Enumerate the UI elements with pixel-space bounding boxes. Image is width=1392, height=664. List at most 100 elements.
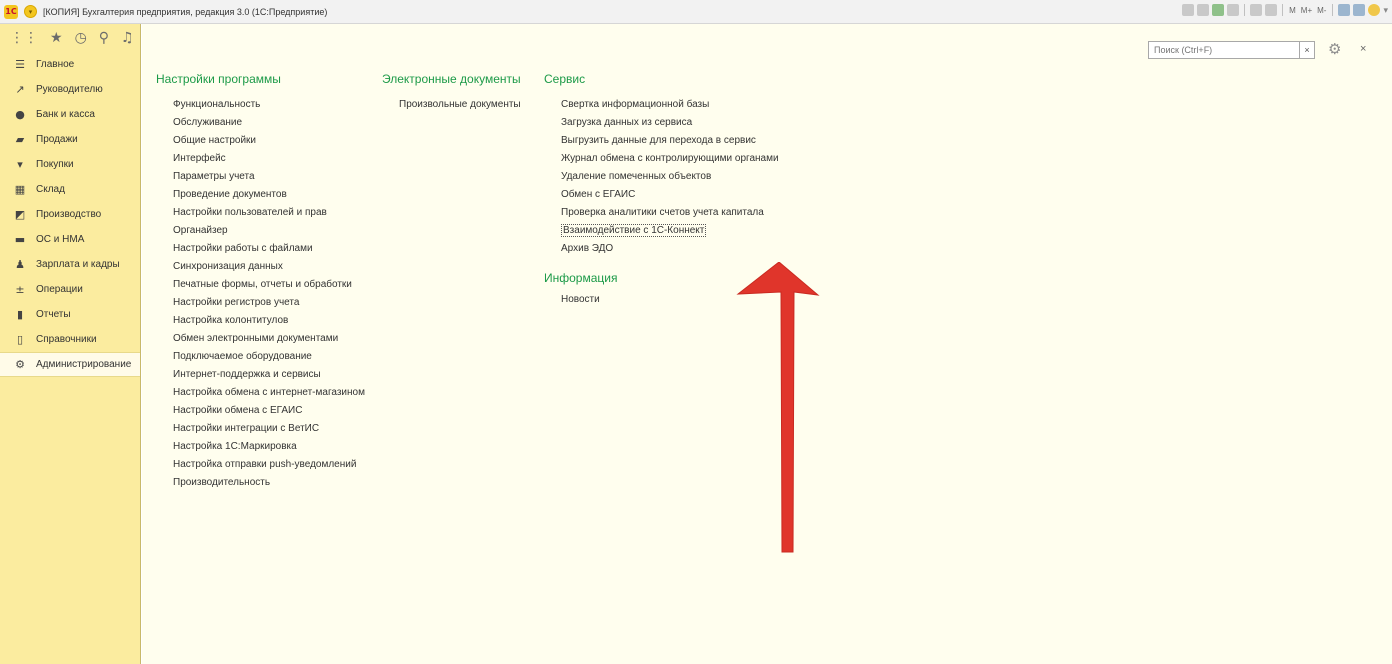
settings-column-title: Настройки программы [156,72,281,86]
save-icon[interactable] [1182,4,1195,16]
bell-icon[interactable]: ♫ [121,31,134,45]
nav-link-label: Синхронизация данных [173,261,283,272]
gear-icon: ⚙ [15,358,25,371]
sidebar-item-label: Справочники [36,334,97,345]
annotation-arrow [736,262,820,553]
sidebar-item[interactable]: ▰ Продажи [0,127,140,152]
nav-link[interactable]: Загрузка данных из сервиса [544,116,779,134]
nav-link[interactable]: Взаимодействие с 1С-Коннект [544,224,779,242]
nav-link[interactable]: Параметры учета [156,170,365,188]
apps-grid-icon[interactable]: ⋮⋮ [10,31,38,45]
nav-link[interactable]: Производительность [156,476,365,494]
bar-chart-icon: ▮ [16,308,24,321]
nav-link[interactable]: Удаление помеченных объектов [544,170,779,188]
nav-link[interactable]: Настройка отправки push-уведомлений [156,458,365,476]
nav-link[interactable]: Интерфейс [156,152,365,170]
edocs-column: Электронные документы Произвольные докум… [382,72,521,116]
nav-link[interactable]: Настройки пользователей и прав [156,206,365,224]
sidebar-item[interactable]: ▮ Отчеты [0,302,140,327]
nav-link[interactable]: Свертка информационной базы [544,98,779,116]
nav-link[interactable]: Настройка 1С:Маркировка [156,440,365,458]
sidebar-item[interactable]: ▬ ОС и НМА [0,227,140,252]
sidebar-items: ☰ Главное ↗ Руководителю ● Банк и касса ▰ Прода… [0,52,140,377]
nav-link-label: Производительность [173,477,271,488]
calculator-icon[interactable] [1265,4,1278,16]
nav-link[interactable]: Журнал обмена с контролирующими органами [544,152,779,170]
nav-link[interactable]: Интернет-поддержка и сервисы [156,368,365,386]
settings-gear-icon[interactable]: ⚙ [1328,40,1341,58]
nav-link[interactable]: Обмен электронными документами [156,332,365,350]
sidebar-item-label: Продажи [36,134,78,145]
nav-link[interactable]: Печатные формы, отчеты и обработки [156,278,365,296]
nav-link[interactable]: Общие настройки [156,134,365,152]
info-icon[interactable] [1368,4,1381,16]
nav-link[interactable]: Обслуживание [156,116,365,134]
search-input[interactable] [1154,45,1314,55]
main-menu-icon[interactable]: ▾ [24,5,37,18]
memory-minus-button[interactable]: M- [1316,6,1327,15]
nav-link[interactable]: Проведение документов [156,188,365,206]
nav-link[interactable]: Произвольные документы [382,98,521,116]
chevron-down-icon[interactable]: ▾ [1383,5,1388,16]
nav-link-label: Функциональность [173,99,261,110]
zoom-icon[interactable] [1338,4,1351,16]
nav-link-label: Настройки работы с файлами [173,243,313,254]
sidebar-item[interactable]: ▦ Склад [0,177,140,202]
sidebar-item[interactable]: ↗ Руководителю [0,77,140,102]
nav-link[interactable]: Настройки работы с файлами [156,242,365,260]
nav-link[interactable]: Настройка колонтитулов [156,314,365,332]
upload-icon[interactable] [1212,4,1225,16]
nav-link-label: Удаление помеченных объектов [561,171,712,182]
toolbar-divider [1244,4,1246,16]
nav-link[interactable]: Проверка аналитики счетов учета капитала [544,206,779,224]
sidebar-item[interactable]: ▾ Покупки [0,152,140,177]
nav-link-label: Взаимодействие с 1С-Коннект [561,224,707,237]
print-icon[interactable] [1197,4,1210,16]
nav-link[interactable]: Настройка обмена с интернет-магазином [156,386,365,404]
star-icon[interactable]: ★ [50,31,63,45]
title-bar: 1С ▾ [КОПИЯ] Бухгалтерия предприятия, ре… [0,0,1392,24]
memory-button[interactable]: M [1288,6,1297,15]
nav-link-label: Загрузка данных из сервиса [561,117,693,128]
calendar-icon[interactable] [1250,4,1263,16]
sidebar-item[interactable]: ♟ Зарплата и кадры [0,252,140,277]
export-icon[interactable] [1227,4,1240,16]
settings-links: Функциональность Обслуживание Общие настро… [156,98,365,494]
nav-link[interactable]: Органайзер [156,224,365,242]
nav-link[interactable]: Подключаемое оборудование [156,350,365,368]
nav-link[interactable]: Обмен с ЕГАИС [544,188,779,206]
nav-link[interactable]: Функциональность [156,98,365,116]
nav-link[interactable]: Настройки регистров учета [156,296,365,314]
nav-link[interactable]: Синхронизация данных [156,260,365,278]
close-button[interactable]: × [1360,43,1366,55]
nav-link[interactable]: Выгрузить данные для перехода в сервис [544,134,779,152]
window-layout-icon[interactable] [1353,4,1366,16]
memory-plus-button[interactable]: M+ [1300,6,1313,15]
app-logo-icon: 1С [4,4,18,19]
sidebar-item[interactable]: ⚙ Администрирование [0,352,140,377]
history-icon[interactable]: ◷ [75,31,87,45]
coin-icon: ● [15,108,25,121]
window-title: [КОПИЯ] Бухгалтерия предприятия, редакци… [43,6,328,17]
search-clear-button[interactable]: × [1299,41,1315,59]
sidebar-item[interactable]: ± Операции [0,277,140,302]
sidebar-item[interactable]: ▯ Справочники [0,327,140,352]
nav-link-label: Настройка обмена с интернет-магазином [173,387,365,398]
nav-link-label: Подключаемое оборудование [173,351,312,362]
search-field[interactable] [1148,41,1315,59]
search-icon[interactable]: ⚲ [99,31,109,45]
settings-column: Настройки программы Функциональность Обсл… [156,72,365,494]
nav-link[interactable]: Настройки обмена с ЕГАИС [156,404,365,422]
main-content: × ⚙ × Настройки программы Функциональнос… [142,24,1392,664]
sidebar-item[interactable]: ● Банк и касса [0,102,140,127]
sidebar-item-label: Зарплата и кадры [36,259,120,270]
sidebar-item-label: Главное [36,59,75,70]
nav-link[interactable]: Настройки интеграции с ВетИС [156,422,365,440]
sidebar-item[interactable]: ◩ Производство [0,202,140,227]
cart-icon: ▾ [17,158,23,171]
bag-icon: ▰ [15,133,25,146]
nav-link[interactable]: Архив ЭДО [544,242,779,260]
nav-link-label: Проведение документов [173,189,287,200]
sidebar-item[interactable]: ☰ Главное [0,52,140,77]
sidebar-item-label: Руководителю [36,84,103,95]
